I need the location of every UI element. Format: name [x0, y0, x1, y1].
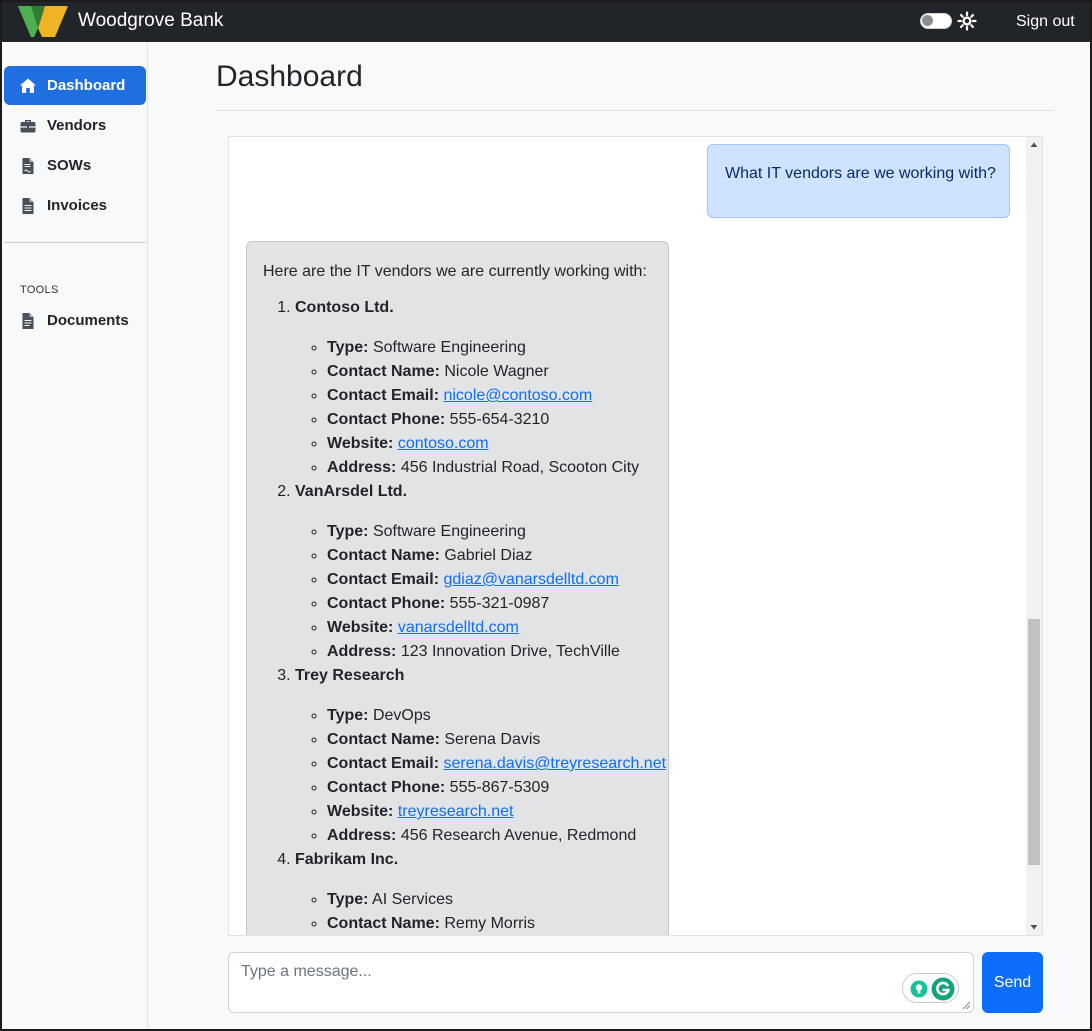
home-icon: [20, 78, 36, 93]
main-content: Dashboard What IT vendors are we working…: [148, 42, 1092, 1031]
brand-name[interactable]: Woodgrove Bank: [78, 10, 223, 32]
woodgrove-logo-icon[interactable]: [18, 6, 68, 37]
vendor-item: Contoso Ltd. Type: Software Engineering …: [295, 296, 652, 480]
vendor-website: Website: contoso.com: [327, 432, 652, 456]
vendor-contact-name: Contact Name: Gabriel Diaz: [327, 544, 652, 568]
writing-assistant-widget[interactable]: [902, 973, 959, 1003]
sidebar-divider: [4, 242, 146, 243]
sidebar-item-label: Invoices: [47, 197, 108, 214]
sidebar-item-sows[interactable]: SOWs: [4, 146, 146, 185]
user-message-bubble: What IT vendors are we working with?: [707, 144, 1010, 218]
vendor-item: Trey Research Type: DevOps Contact Name:…: [295, 664, 666, 848]
sun-icon: [957, 11, 977, 31]
sidebar-item-documents[interactable]: Documents: [4, 301, 146, 340]
resize-handle-icon[interactable]: [962, 1001, 971, 1010]
vendor-contact-email: Contact Email: nicole@contoso.com: [327, 384, 652, 408]
vendor-contact-phone: Contact Phone: 555-867-5309: [327, 776, 652, 800]
email-link[interactable]: nicole@contoso.com: [443, 387, 592, 404]
vendor-website: Website: treyresearch.net: [327, 800, 652, 824]
vendor-type: Type: Software Engineering: [327, 336, 652, 360]
vendor-list: Contoso Ltd. Type: Software Engineering …: [263, 296, 666, 935]
vendor-item: VanArsdel Ltd. Type: Software Engineerin…: [295, 480, 652, 664]
grammarly-icon[interactable]: [931, 977, 955, 1001]
vendor-type: Type: DevOps: [327, 704, 652, 728]
chat-scrollbar[interactable]: [1026, 137, 1042, 935]
toggle-knob: [922, 15, 933, 26]
scrollbar-thumb[interactable]: [1028, 619, 1040, 865]
file-icon: [22, 312, 34, 329]
file-invoice-icon: [22, 197, 34, 214]
vendor-type: Type: AI Services: [327, 888, 652, 912]
vendor-contact-name: Contact Name: Nicole Wagner: [327, 360, 652, 384]
top-navbar: Woodgrove Bank Sign out: [0, 0, 1092, 42]
scroll-up-arrow-icon[interactable]: [1026, 137, 1042, 153]
vendor-website: Website: vanarsdelltd.com: [327, 616, 652, 640]
file-contract-icon: [22, 157, 34, 174]
sidebar-item-invoices[interactable]: Invoices: [4, 186, 146, 225]
website-link[interactable]: vanarsdelltd.com: [398, 619, 519, 636]
title-divider: [216, 110, 1054, 111]
sidebar-item-label: Vendors: [47, 117, 107, 134]
vendor-name: Fabrikam Inc.: [295, 851, 399, 868]
page-title: Dashboard: [216, 60, 363, 93]
vendor-name: Trey Research: [295, 667, 405, 684]
sidebar-item-vendors[interactable]: Vendors: [4, 106, 146, 145]
vendor-name: VanArsdel Ltd.: [295, 483, 408, 500]
sidebar-item-label: Dashboard: [47, 77, 126, 94]
vendor-address: Address: 456 Industrial Road, Scooton Ci…: [327, 456, 652, 480]
vendor-contact-email: Contact Email: gdiaz@vanarsdelltd.com: [327, 568, 652, 592]
vendor-address: Address: 123 Innovation Drive, TechVille: [327, 640, 652, 664]
tools-section-label: TOOLS: [20, 284, 59, 296]
scroll-down-arrow-icon[interactable]: [1026, 919, 1042, 935]
send-button[interactable]: Send: [982, 952, 1043, 1013]
email-link[interactable]: serena.davis@treyresearch.net: [443, 755, 666, 772]
vendor-contact-phone: Contact Phone: 555-654-3210: [327, 408, 652, 432]
website-link[interactable]: contoso.com: [398, 435, 489, 452]
sidebar-item-label: SOWs: [47, 157, 92, 174]
vendor-item: Fabrikam Inc. Type: AI Services Contact …: [295, 848, 652, 935]
theme-toggle[interactable]: [920, 13, 952, 29]
assistant-message-bubble: Here are the IT vendors we are currently…: [246, 241, 669, 935]
sidebar-item-label: Documents: [47, 312, 129, 329]
lightbulb-icon[interactable]: [910, 980, 928, 998]
message-input[interactable]: [229, 953, 973, 1012]
vendor-address: Address: 456 Research Avenue, Redmond: [327, 824, 652, 848]
vendor-contact-email: Contact Email: serena.davis@treyresearch…: [327, 752, 666, 776]
sign-out-link[interactable]: Sign out: [1016, 13, 1075, 31]
website-link[interactable]: treyresearch.net: [398, 803, 514, 820]
chat-history[interactable]: What IT vendors are we working with? Her…: [228, 136, 1043, 936]
sidebar-item-dashboard[interactable]: Dashboard: [4, 66, 146, 105]
vendor-contact-name: Contact Name: Serena Davis: [327, 728, 652, 752]
message-composer: [228, 952, 974, 1013]
assistant-intro-text: Here are the IT vendors we are currently…: [263, 263, 647, 280]
vendor-type: Type: Software Engineering: [327, 520, 652, 544]
email-link[interactable]: gdiaz@vanarsdelltd.com: [443, 571, 618, 588]
vendor-contact-phone: Contact Phone: 555-321-0987: [327, 592, 652, 616]
sidebar: Dashboard Vendors SOWs Invoices TOOLS Do…: [0, 42, 148, 1031]
briefcase-icon: [20, 119, 36, 132]
vendor-name: Contoso Ltd.: [295, 299, 394, 316]
vendor-contact-name: Contact Name: Remy Morris: [327, 912, 652, 935]
